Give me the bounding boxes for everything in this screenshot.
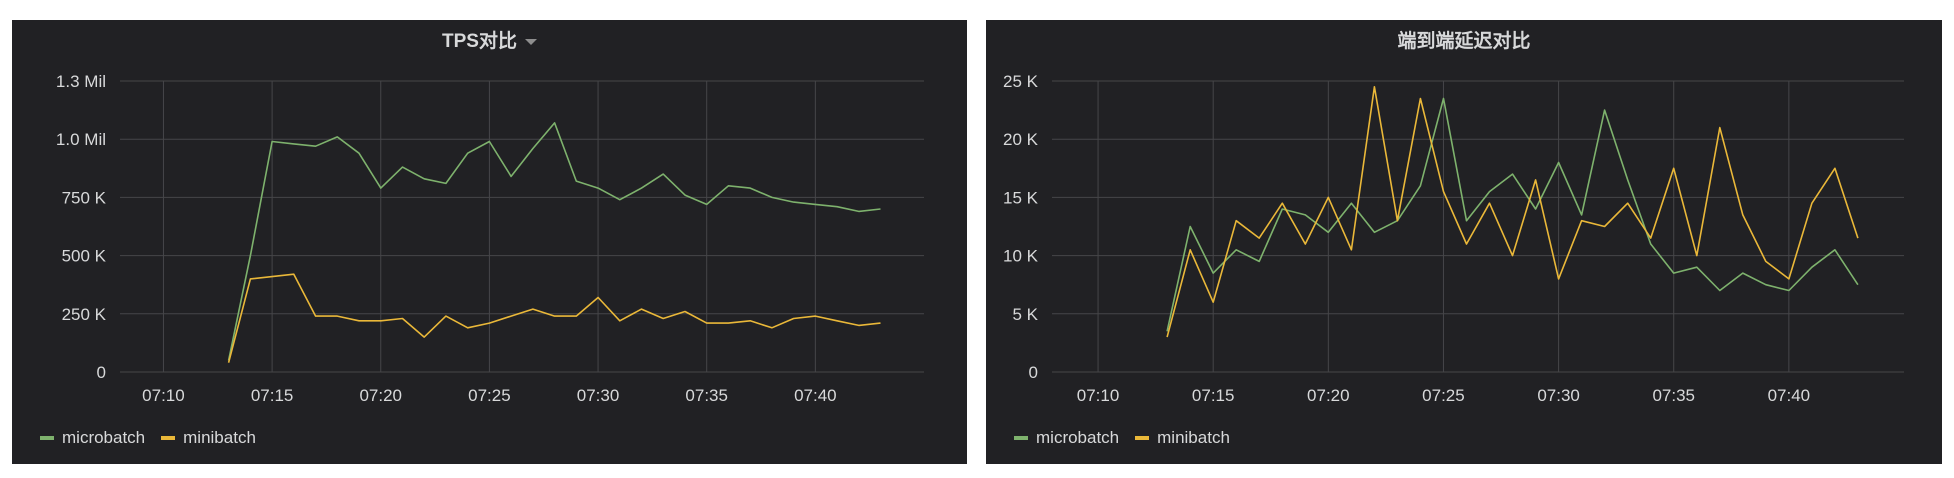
legend-swatch	[1014, 436, 1028, 440]
y-tick-label: 15 K	[1003, 188, 1039, 207]
x-axis: 07:10 07:15 07:20 07:25 07:30 07:35 07:40	[1077, 386, 1810, 405]
legend-item-minibatch[interactable]: minibatch	[1135, 428, 1230, 448]
y-tick-label: 5 K	[1012, 305, 1038, 324]
grid	[120, 80, 924, 373]
legend-label: microbatch	[62, 428, 146, 447]
series-line-minibatch	[1166, 86, 1859, 338]
x-tick-label: 07:35	[685, 386, 728, 405]
y-tick-label: 0	[97, 363, 106, 382]
series-line-microbatch	[1166, 97, 1859, 332]
x-tick-label: 07:25	[1422, 386, 1465, 405]
latency-line-chart: 0 5 K 10 K 15 K 20 K 25 K 07:10 07:15 07:20 07:25…	[1003, 72, 1904, 405]
legend-item-microbatch[interactable]: microbatch	[1014, 428, 1119, 448]
x-tick-label: 07:10	[1077, 386, 1120, 405]
panel-divider	[967, 20, 986, 464]
legend-item-minibatch[interactable]: minibatch	[161, 428, 256, 448]
legend-label: minibatch	[183, 428, 256, 447]
x-tick-label: 07:10	[142, 386, 185, 405]
legend-swatch	[40, 436, 54, 440]
grid	[1052, 80, 1904, 373]
y-tick-label: 250 K	[62, 305, 107, 324]
x-tick-label: 07:40	[1768, 386, 1811, 405]
y-tick-label: 25 K	[1003, 72, 1039, 91]
x-tick-label: 07:15	[251, 386, 294, 405]
tps-line-chart: 0 250 K 500 K 750 K 1.0 Mil 1.3 Mil 07:10 07:15…	[56, 72, 924, 405]
y-tick-label: 0	[1029, 363, 1038, 382]
chart-legend: microbatch minibatch	[986, 427, 1230, 449]
x-tick-label: 07:35	[1652, 386, 1695, 405]
series-group	[227, 122, 881, 363]
x-tick-label: 07:20	[359, 386, 402, 405]
x-axis: 07:10 07:15 07:20 07:25 07:30 07:35 07:40	[142, 386, 836, 405]
y-axis: 0 5 K 10 K 15 K 20 K 25 K	[1003, 72, 1039, 382]
x-tick-label: 07:40	[794, 386, 837, 405]
legend-label: minibatch	[1157, 428, 1230, 447]
series-line-minibatch	[227, 273, 881, 363]
tps-comparison-panel: TPS对比 0 250 K 500 K 750 K 1.0 Mil 1.3 Mil 07:1…	[12, 20, 967, 464]
series-group	[1166, 86, 1859, 338]
y-tick-label: 1.3 Mil	[56, 72, 106, 91]
x-tick-label: 07:25	[468, 386, 511, 405]
y-tick-label: 10 K	[1003, 247, 1039, 266]
legend-swatch	[161, 436, 176, 440]
x-tick-label: 07:30	[1537, 386, 1580, 405]
y-tick-label: 20 K	[1003, 130, 1039, 149]
legend-swatch	[1135, 436, 1150, 440]
y-tick-label: 500 K	[62, 247, 107, 266]
x-tick-label: 07:15	[1192, 386, 1235, 405]
x-tick-label: 07:30	[577, 386, 620, 405]
legend-item-microbatch[interactable]: microbatch	[40, 428, 145, 448]
y-axis: 0 250 K 500 K 750 K 1.0 Mil 1.3 Mil	[56, 72, 107, 382]
legend-label: microbatch	[1036, 428, 1120, 447]
latency-comparison-panel: 端到端延迟对比 05 K 10 K 15 K 20 K 25 K 07:10 07:15 07…	[986, 20, 1942, 464]
y-tick-label: 750 K	[62, 188, 107, 207]
y-tick-label: 1.0 Mil	[56, 130, 106, 149]
x-tick-label: 07:20	[1307, 386, 1350, 405]
chart-legend: microbatch minibatch	[12, 427, 256, 449]
series-line-microbatch	[227, 122, 881, 361]
